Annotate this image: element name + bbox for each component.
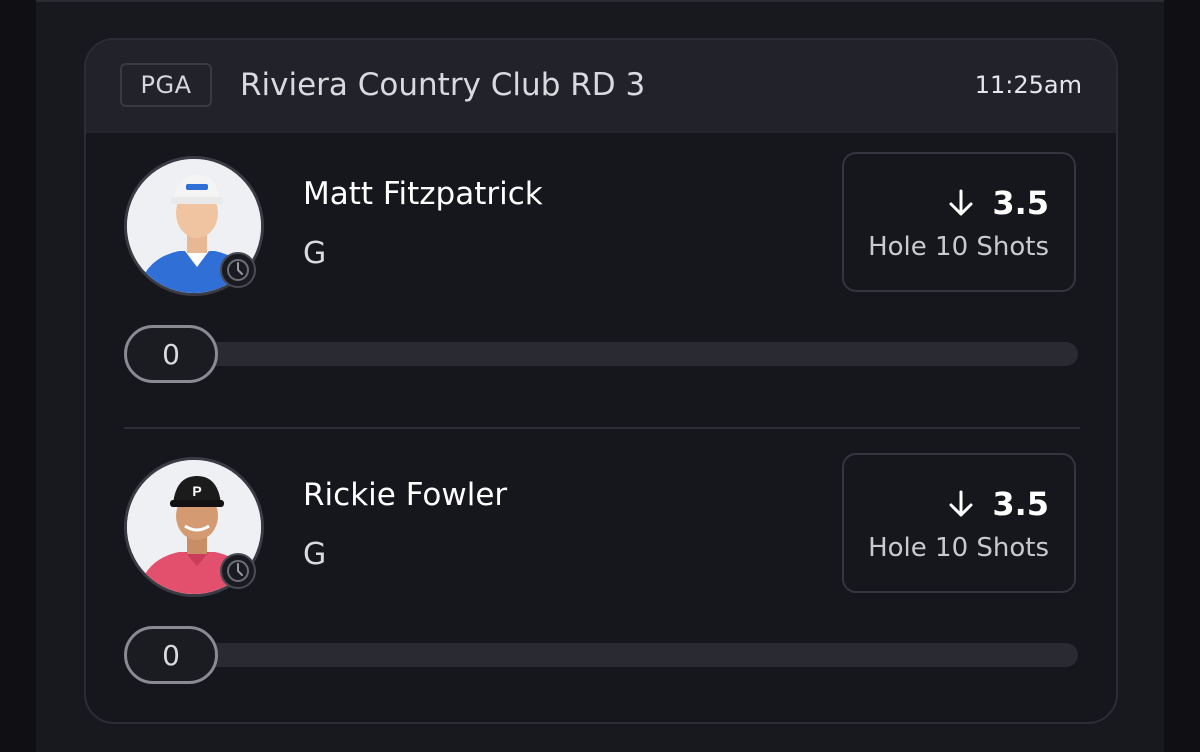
card-header: PGA Riviera Country Club RD 3 11:25am: [86, 40, 1116, 133]
arrow-down-icon: [949, 189, 973, 216]
line-top: 3.5: [944, 184, 1049, 222]
progress-count: 0: [124, 325, 218, 383]
divider: [124, 427, 1080, 429]
svg-text:P: P: [192, 483, 201, 499]
progress-bar: 0: [124, 626, 1080, 684]
progress-track: [164, 643, 1078, 667]
arrow-down-icon: [949, 490, 973, 517]
progress-count: 0: [124, 626, 218, 684]
player-name: Matt Fitzpatrick: [303, 176, 543, 212]
player-row[interactable]: Matt Fitzpatrick G 3.5 Hole 10 Shots 0: [86, 133, 1116, 393]
matchup-card[interactable]: PGA Riviera Country Club RD 3 11:25am Ma…: [84, 38, 1118, 724]
line-box[interactable]: 3.5 Hole 10 Shots: [842, 152, 1076, 292]
line-top: 3.5: [944, 485, 1049, 523]
player-position: G: [303, 537, 327, 572]
player-avatar-wrap[interactable]: P: [124, 457, 264, 597]
line-value: 3.5: [992, 184, 1049, 222]
player-avatar-wrap[interactable]: [124, 156, 264, 296]
clock-icon: [220, 252, 256, 288]
line-box[interactable]: 3.5 Hole 10 Shots: [842, 453, 1076, 593]
progress-bar: 0: [124, 325, 1080, 383]
progress-track: [164, 342, 1078, 366]
line-label: Hole 10 Shots: [868, 533, 1049, 563]
line-value: 3.5: [992, 485, 1049, 523]
line-label: Hole 10 Shots: [868, 232, 1049, 262]
player-position: G: [303, 236, 327, 271]
page: PGA Riviera Country Club RD 3 11:25am Ma…: [0, 0, 1200, 752]
event-time: 11:25am: [974, 71, 1082, 99]
league-badge: PGA: [120, 63, 212, 107]
event-title: Riviera Country Club RD 3: [240, 67, 646, 103]
player-name: Rickie Fowler: [303, 477, 508, 513]
player-row[interactable]: P Rickie Fowler G 3.5 Hole 10 Shots 0: [86, 434, 1116, 694]
clock-icon: [220, 553, 256, 589]
